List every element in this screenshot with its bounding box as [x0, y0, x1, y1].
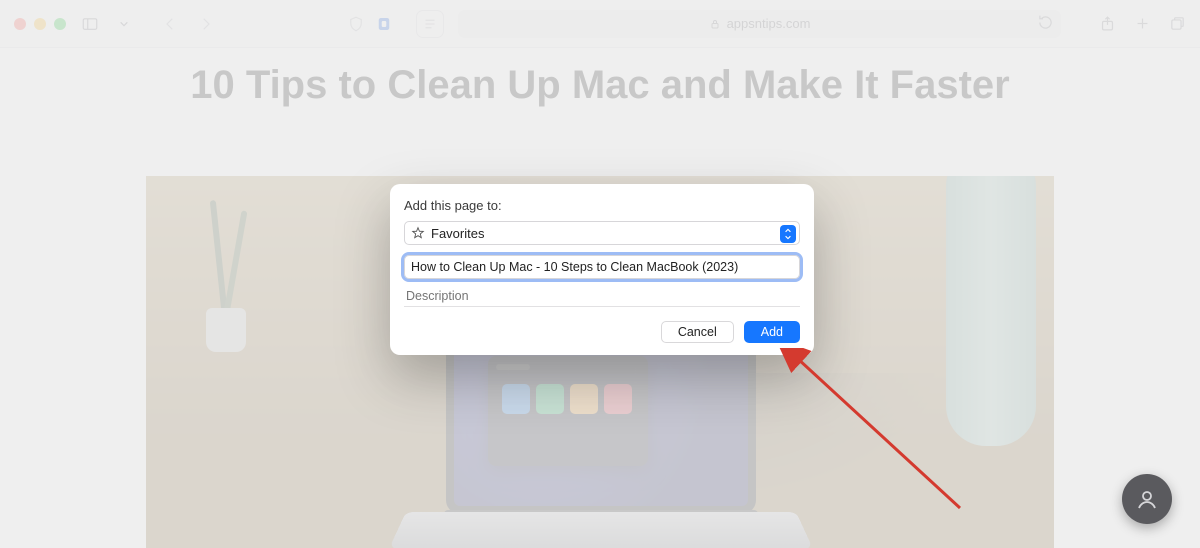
add-button[interactable]: Add [744, 321, 800, 343]
browser-window: appsntips.com 10 Tips to Clean Up Mac an… [0, 0, 1200, 548]
folder-select[interactable]: Favorites [404, 221, 800, 245]
address-text: appsntips.com [727, 16, 811, 31]
lock-icon [709, 18, 721, 30]
address-bar[interactable]: appsntips.com [458, 10, 1061, 38]
dialog-prompt: Add this page to: [404, 198, 800, 213]
article-title: 10 Tips to Clean Up Mac and Make It Fast… [150, 62, 1050, 109]
privacy-report-icon[interactable] [346, 14, 366, 34]
new-tab-icon[interactable] [1134, 15, 1151, 32]
reload-icon[interactable] [1038, 15, 1053, 33]
nav-buttons [160, 14, 216, 34]
minimize-window-button[interactable] [34, 18, 46, 30]
bookmark-title-input[interactable] [404, 255, 800, 279]
star-icon [411, 226, 425, 240]
sidebar-toggle-icon[interactable] [80, 14, 100, 34]
reader-mode-icon[interactable] [416, 10, 444, 38]
zoom-window-button[interactable] [54, 18, 66, 30]
cancel-button[interactable]: Cancel [661, 321, 734, 343]
profile-fab[interactable] [1122, 474, 1172, 524]
back-button[interactable] [160, 14, 180, 34]
toolbar: appsntips.com [0, 0, 1200, 48]
forward-button[interactable] [196, 14, 216, 34]
bookmark-description-input[interactable] [404, 285, 800, 307]
folder-select-label: Favorites [431, 226, 484, 241]
window-controls [14, 18, 66, 30]
tab-overview-icon[interactable] [1169, 15, 1186, 32]
extension-icon[interactable] [374, 14, 394, 34]
add-bookmark-dialog: Add this page to: Favorites Cancel Add [390, 184, 814, 355]
tab-group-menu-icon[interactable] [114, 14, 134, 34]
share-icon[interactable] [1099, 15, 1116, 32]
close-window-button[interactable] [14, 18, 26, 30]
folder-select-stepper-icon[interactable] [780, 225, 796, 243]
dialog-button-row: Cancel Add [404, 321, 800, 343]
